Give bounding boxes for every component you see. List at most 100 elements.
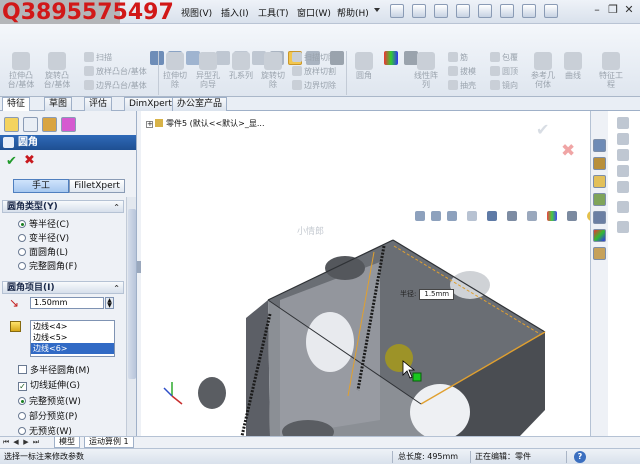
multi-radius-checkbox[interactable]: 多半径圆角(M) (18, 363, 90, 376)
radio-variable-radius[interactable]: 变半径(V) (18, 231, 69, 244)
tool-5-icon[interactable] (617, 181, 629, 193)
section-view-toggle-icon[interactable] (467, 211, 477, 221)
wrap-tool[interactable]: 包覆 (490, 52, 518, 63)
tool-2-icon[interactable] (617, 133, 629, 145)
radius-input[interactable]: 1.50mm (30, 297, 104, 309)
graphics-area[interactable] (141, 111, 590, 436)
menu-window[interactable]: 窗口(W) (297, 6, 331, 19)
tab-evaluate[interactable]: 评估 (84, 97, 113, 111)
tool-6-icon[interactable] (617, 201, 629, 213)
last-tab-icon[interactable]: ⏭ (32, 438, 40, 446)
mirror-tool[interactable]: 镜向 (490, 80, 518, 91)
zoom-area-icon[interactable] (431, 211, 441, 221)
open-document-icon[interactable] (412, 4, 426, 18)
prev-tab-icon[interactable]: ◀ (12, 438, 20, 446)
radio-partial-preview[interactable]: 部分预览(P) (18, 409, 77, 422)
radius-callout[interactable]: 半径: 1.5mm (400, 289, 455, 300)
tool-1-icon[interactable] (617, 117, 629, 129)
menu-help[interactable]: 帮助(H) (337, 6, 369, 19)
hole-wizard-tool[interactable]: 异型孔 向导 (193, 52, 223, 89)
new-document-icon[interactable] (390, 4, 404, 18)
edges-list[interactable]: 边线<4> 边线<5> 边线<6> (30, 320, 115, 357)
dome-tool[interactable]: 圆顶 (490, 66, 518, 77)
model-viewport[interactable] (141, 111, 590, 436)
edit-appearance-icon[interactable] (547, 211, 557, 221)
tab-sketch[interactable]: 草图 (44, 97, 73, 111)
file-explorer-icon[interactable] (593, 175, 606, 188)
view-orientation-icon[interactable] (487, 211, 497, 221)
tab-features[interactable]: 特征 (2, 97, 31, 112)
menu-view[interactable]: 视图(V) (181, 6, 212, 19)
expand-icon[interactable]: + (146, 121, 153, 128)
tool-4-icon[interactable] (617, 165, 629, 177)
radio-face-fillet[interactable]: 面圆角(L) (18, 245, 68, 258)
feature-tree-tab-icon[interactable] (4, 117, 19, 132)
appearances-icon[interactable] (593, 229, 606, 242)
dimxpert-tab-icon[interactable] (61, 117, 76, 132)
model-boss-left[interactable] (198, 377, 226, 409)
lofted-cut-tool[interactable]: 放样切割 (292, 66, 336, 77)
search-icon[interactable] (593, 193, 606, 206)
first-tab-icon[interactable]: ⏮ (2, 438, 10, 446)
menu-insert[interactable]: 插入(I) (221, 6, 249, 19)
radio-constant-radius[interactable]: 等半径(C) (18, 217, 69, 230)
model-boss-top[interactable] (325, 256, 365, 280)
tab-motion-study[interactable]: 运动算例 1 (84, 437, 134, 448)
restore-icon[interactable]: ❐ (606, 4, 620, 18)
list-item[interactable]: 边线<4> (31, 321, 114, 332)
help-dropdown-icon[interactable] (374, 8, 380, 12)
confirm-cancel-icon[interactable]: ✖ (561, 141, 575, 161)
options-icon[interactable] (544, 4, 558, 18)
tab-office-products[interactable]: 办公室产品 (172, 97, 228, 111)
collapse-chevron-icon[interactable]: ⌃ (113, 282, 120, 295)
confirm-ok-icon[interactable]: ✔ (536, 120, 549, 139)
tangent-propagation-checkbox[interactable]: ✓ 切线延伸(G) (18, 378, 80, 391)
view-palette-icon[interactable] (593, 211, 606, 224)
hole-series-tool[interactable]: 孔系列 (226, 52, 256, 80)
loft-boss-tool[interactable]: 放样凸台/基体 (84, 66, 147, 77)
shell-tool[interactable]: 抽壳 (448, 80, 476, 91)
manual-mode-button[interactable]: 手工 (13, 179, 69, 193)
appearance-icon[interactable] (384, 51, 398, 65)
radio-no-preview[interactable]: 无预览(W) (18, 424, 72, 436)
apply-scene-icon[interactable] (567, 211, 577, 221)
radius-callout-value[interactable]: 1.5mm (419, 289, 455, 300)
featureworks-tool[interactable]: 特征工 程 (596, 52, 626, 89)
rib-tool[interactable]: 筋 (448, 52, 468, 63)
revolve-boss-tool[interactable]: 旋转凸 台/基体 (42, 52, 72, 89)
feature-tree-flyout[interactable]: + 零件5 (默认<<默认>_显... (146, 118, 265, 129)
fillet-handle[interactable] (412, 372, 422, 382)
scrollbar-thumb[interactable] (128, 209, 136, 379)
hide-show-icon[interactable] (527, 211, 537, 221)
fillet-items-group-header[interactable]: 圆角项目(I) ⌃ (2, 281, 124, 294)
tab-model[interactable]: 模型 (54, 437, 80, 448)
linear-pattern-tool[interactable]: 线性阵 列 (411, 52, 441, 89)
curves-tool[interactable]: 曲线 (558, 52, 588, 80)
collapse-chevron-icon[interactable]: ⌃ (113, 201, 120, 214)
menu-tools[interactable]: 工具(T) (258, 6, 289, 19)
design-library-icon[interactable] (593, 157, 606, 170)
select-icon[interactable] (500, 4, 514, 18)
next-tab-icon[interactable]: ▶ (22, 438, 30, 446)
undo-icon[interactable] (478, 4, 492, 18)
draft-tool[interactable]: 拔模 (448, 66, 476, 77)
help-icon[interactable]: ? (574, 451, 586, 463)
filletxpert-mode-button[interactable]: FilletXpert (69, 179, 125, 193)
radio-full-round[interactable]: 完整圆角(F) (18, 259, 77, 272)
tool-3-icon[interactable] (617, 149, 629, 161)
revolve-cut-tool[interactable]: 旋转切 除 (258, 52, 288, 89)
boundary-boss-tool[interactable]: 边界凸台/基体 (84, 80, 147, 91)
print-icon[interactable] (456, 4, 470, 18)
zoom-to-fit-icon[interactable] (415, 211, 425, 221)
part-tree-item[interactable]: 零件5 (默认<<默认>_显... (166, 119, 265, 128)
swept-cut-tool[interactable]: 扫描切除 (292, 52, 336, 63)
custom-properties-icon[interactable] (593, 247, 606, 260)
configuration-tab-icon[interactable] (42, 117, 57, 132)
property-manager-tab-icon[interactable] (23, 117, 38, 132)
close-window-icon[interactable]: ✕ (622, 4, 636, 18)
rebuild-icon[interactable] (522, 4, 536, 18)
solidworks-resources-icon[interactable] (593, 139, 606, 152)
cancel-x-icon[interactable]: ✖ (24, 153, 35, 168)
save-icon[interactable] (434, 4, 448, 18)
reference-geometry-tool[interactable]: 参考几 何体 (528, 52, 558, 89)
